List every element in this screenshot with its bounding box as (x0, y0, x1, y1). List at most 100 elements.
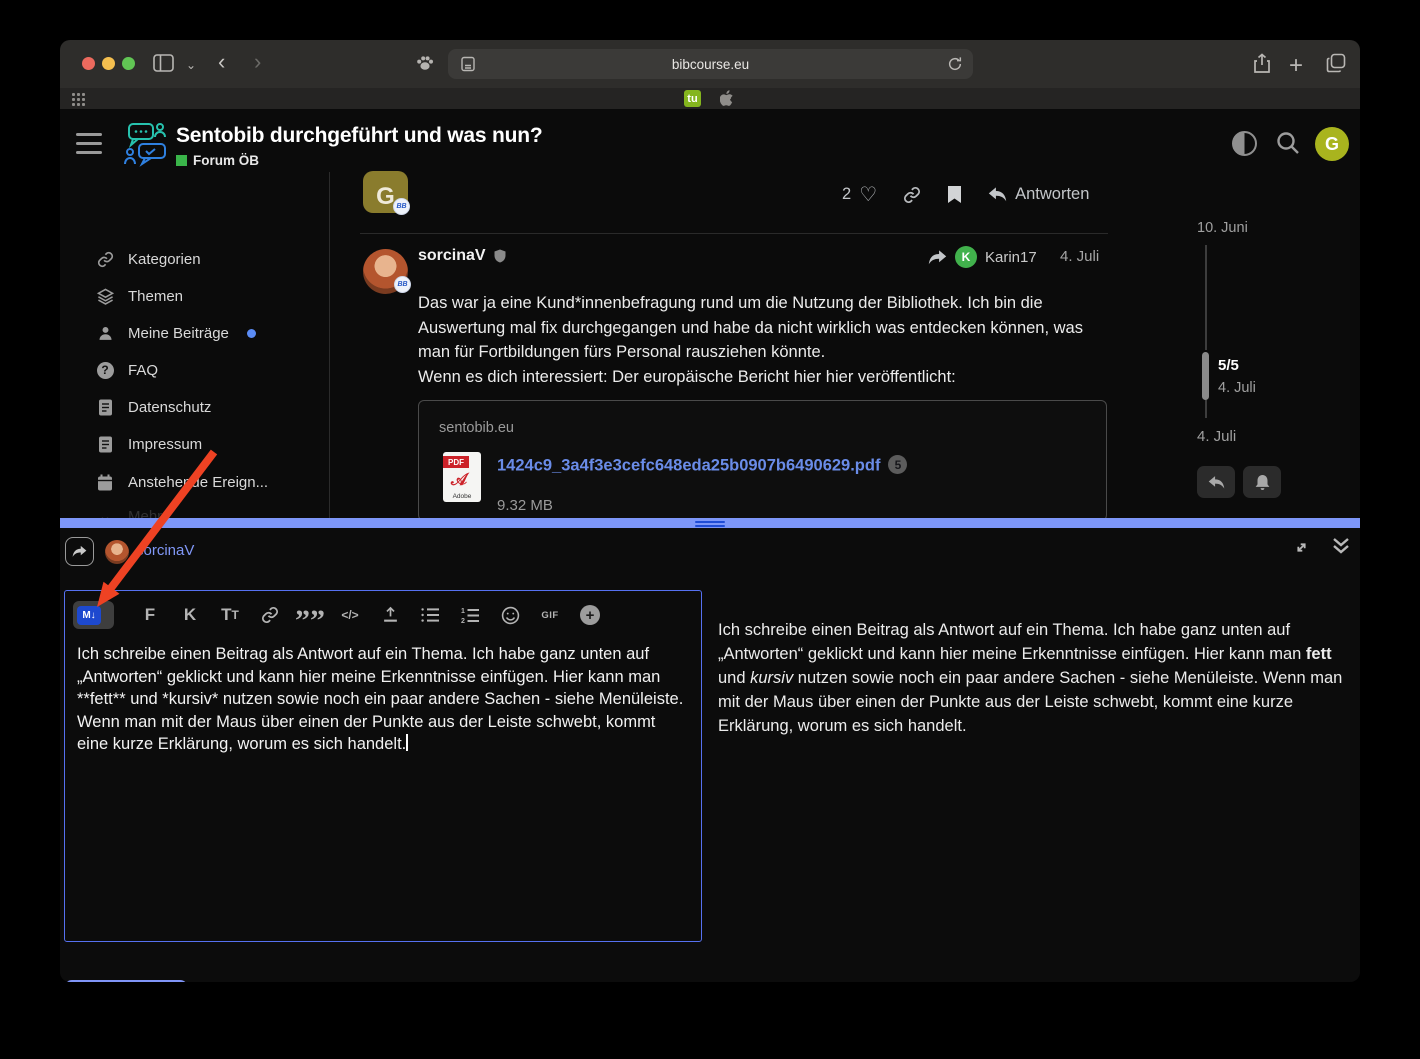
blockquote-button[interactable]: ”” (300, 602, 320, 628)
post-paragraph: Wenn es dich interessiert: Der europäisc… (418, 365, 1110, 390)
sidebar-item-impressum[interactable]: Impressum (96, 432, 202, 456)
heart-icon: ♡ (859, 182, 877, 207)
forum-logo[interactable] (123, 121, 171, 167)
document-icon (96, 436, 114, 453)
shield-icon (494, 249, 506, 263)
code-button[interactable]: </> (340, 602, 360, 628)
reply-action-button[interactable]: Antworten (988, 185, 1089, 204)
bookmark-icon[interactable] (947, 185, 962, 204)
bold-button[interactable]: F (140, 602, 160, 628)
apple-favicon[interactable] (720, 90, 735, 107)
composer-author-name[interactable]: sorcinaV (136, 542, 194, 559)
composer-jump-button[interactable] (65, 537, 94, 566)
composer-toolbar: M↓ F K TT ”” </> (73, 601, 600, 629)
composer-editor[interactable]: M↓ F K TT ”” </> (64, 590, 702, 942)
markdown-icon: M↓ (77, 606, 101, 625)
timeline-track[interactable] (1205, 245, 1207, 350)
download-count-badge: 5 (888, 455, 907, 474)
like-button[interactable]: 2 ♡ (842, 182, 877, 207)
timeline-reply-button[interactable] (1197, 466, 1235, 498)
reply-arrow-icon (1208, 475, 1225, 490)
timeline-scrubber[interactable] (1202, 352, 1209, 400)
hyperlink-button[interactable] (260, 602, 280, 628)
new-tab-icon[interactable]: + (1289, 52, 1303, 80)
address-bar[interactable]: bibcourse.eu (448, 49, 973, 79)
layers-icon (96, 288, 114, 305)
share-icon[interactable] (1253, 53, 1271, 74)
sidebar-item-kategorien[interactable]: Kategorien (96, 247, 201, 271)
sidebar-item-meine-beitraege[interactable]: Meine Beiträge (96, 321, 256, 345)
sidebar: Kategorien Themen Meine Beiträge (60, 172, 330, 518)
collapse-down-icon[interactable] (1332, 536, 1350, 556)
onebox-site[interactable]: sentobib.eu (439, 420, 514, 436)
collapse-left-icon[interactable]: « (1330, 980, 1344, 982)
unread-dot (247, 329, 256, 338)
bb-flair-badge: BB (393, 198, 410, 215)
sidebar-item-datenschutz[interactable]: Datenschutz (96, 395, 211, 419)
more-options-button[interactable]: + (580, 602, 600, 628)
post-body: Das war ja eine Kund*innenbefragung rund… (418, 291, 1110, 389)
post-divider (360, 233, 1108, 234)
category-color-square (176, 155, 187, 166)
bb-flair-badge: BB (394, 276, 411, 293)
timeline-top-date[interactable]: 10. Juni (1197, 220, 1248, 236)
reader-page-icon[interactable] (460, 56, 476, 72)
sidebar-item-anstehende-ereignisse[interactable]: Anstehende Ereign... (96, 470, 268, 494)
copy-link-icon[interactable] (903, 186, 921, 204)
reply-indicator[interactable]: K Karin17 (928, 246, 1037, 268)
replied-user-avatar: K (955, 246, 977, 268)
sidebar-item-faq[interactable]: ? FAQ (96, 358, 158, 382)
composer-text-input[interactable]: Ich schreibe einen Beitrag als Antwort a… (77, 643, 689, 756)
timeline-track[interactable] (1205, 400, 1207, 418)
back-button[interactable]: ‹ (218, 51, 225, 73)
contrast-toggle-icon[interactable] (1232, 131, 1257, 156)
svg-text:1: 1 (461, 608, 465, 615)
pdf-filesize: 9.32 MB (497, 497, 553, 514)
post-author-name[interactable]: sorcinaV (418, 247, 486, 265)
emoji-button[interactable] (500, 602, 520, 628)
svg-text:2: 2 (461, 618, 465, 624)
sidebar-item-themen[interactable]: Themen (96, 284, 183, 308)
composer-drag-handle[interactable] (60, 518, 1360, 528)
pdf-file-icon: PDF 𝒜 Adobe (443, 452, 481, 502)
composer-author-avatar (105, 540, 129, 564)
timeline-bottom-date[interactable]: 4. Juli (1197, 428, 1236, 445)
close-window-button[interactable] (82, 57, 95, 70)
markdown-toggle-button[interactable]: M↓ (73, 601, 114, 629)
text-size-button[interactable]: TT (220, 602, 240, 628)
reply-arrow-icon (988, 186, 1007, 203)
text-cursor (406, 734, 408, 751)
pdf-link[interactable]: 1424c9_3a4f3e3cefc648eda25b0907b6490629.… (497, 455, 907, 476)
topic-title[interactable]: Sentobib durchgeführt und was nun? (176, 124, 543, 148)
reload-icon[interactable] (947, 56, 963, 72)
fullscreen-icon[interactable] (1292, 538, 1311, 557)
document-icon (96, 399, 114, 416)
current-user-avatar[interactable]: G (1315, 127, 1349, 161)
pdf-onebox: sentobib.eu PDF 𝒜 Adobe 1424c9_3a4f3e3ce… (418, 400, 1107, 521)
forward-arrow-icon (72, 545, 87, 558)
category-badge[interactable]: Forum ÖB (176, 153, 259, 168)
gif-button[interactable]: GIF (540, 602, 560, 628)
tab-overview-icon[interactable] (1326, 53, 1346, 73)
screenshot-stage: ⌄ ‹ › bibcourse.eu (0, 0, 1420, 1059)
italic-button[interactable]: K (180, 602, 200, 628)
link-icon (96, 251, 114, 268)
tu-favicon[interactable]: tu (684, 90, 701, 107)
paw-extension-icon[interactable] (415, 53, 435, 73)
hamburger-menu-icon[interactable] (76, 133, 102, 154)
favorites-bar: tu (60, 88, 1360, 110)
search-icon[interactable] (1275, 130, 1301, 156)
chevron-down-icon[interactable]: ⌄ (186, 58, 196, 72)
zoom-window-button[interactable] (122, 57, 135, 70)
notification-bell-button[interactable] (1243, 466, 1281, 498)
post-date[interactable]: 4. Juli (1060, 248, 1099, 265)
favorites-grid-icon[interactable] (72, 93, 85, 106)
sidebar-toggle-icon[interactable] (153, 54, 174, 72)
submit-reply-button[interactable]: Antworten (64, 980, 188, 982)
upload-button[interactable] (380, 602, 400, 628)
minimize-window-button[interactable] (102, 57, 115, 70)
safari-window: ⌄ ‹ › bibcourse.eu (60, 40, 1360, 982)
forward-button[interactable]: › (254, 51, 261, 73)
numbered-list-button[interactable]: 1 2 (460, 602, 480, 628)
bullet-list-button[interactable] (420, 602, 440, 628)
